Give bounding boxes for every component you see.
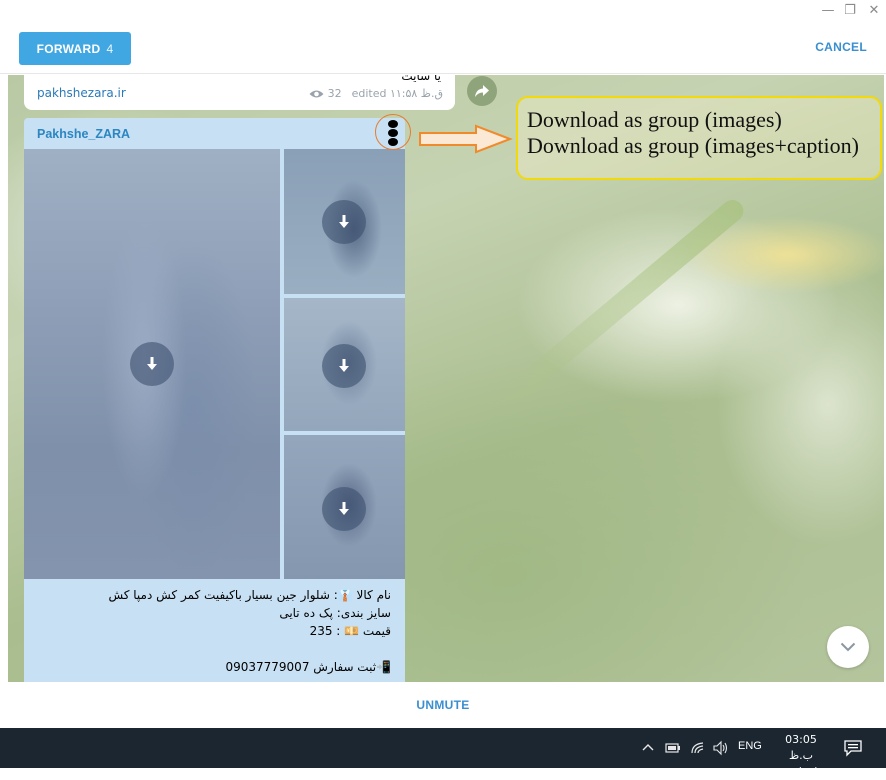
previous-message-bubble[interactable]: یا سایت pakhshezara.ir 32 edited ق.ظ ۱۱:… [24, 75, 455, 110]
message-meta: 32 edited ق.ظ ۱۱:۵۸ [309, 87, 443, 100]
clock-date: ۱۴۰۰/۰۴/۲۳ [773, 765, 829, 778]
more-dot [388, 129, 398, 137]
unmute-button[interactable]: UNMUTE [0, 698, 886, 712]
close-icon[interactable]: ✕ [864, 2, 884, 20]
windows-taskbar: ENG 03:05 ب.ظ ۱۴۰۰/۰۴/۲۳ [0, 728, 886, 778]
forward-button[interactable]: FORWARD 4 [19, 32, 131, 65]
wifi-icon[interactable] [690, 740, 706, 756]
chevron-up-icon[interactable] [642, 740, 654, 756]
album-photo-4[interactable] [284, 435, 405, 579]
album-caption: نام کالا 👔: شلوار جین بسیار باکیفیت کمر … [31, 586, 391, 676]
download-arrow-icon [339, 215, 349, 228]
background-flower-stem [480, 195, 748, 425]
caption-line: سایز بندی: پک ده تایی [279, 606, 391, 620]
album-more-menu-button[interactable] [375, 114, 411, 150]
share-arrow-icon [475, 85, 489, 97]
maximize-icon[interactable]: ❐ [840, 2, 860, 20]
scroll-down-button[interactable] [827, 626, 869, 668]
channel-link[interactable]: pakhshezara.ir [37, 86, 126, 100]
forward-label: FORWARD [36, 41, 101, 56]
minimize-icon[interactable]: — [818, 2, 838, 20]
notification-icon[interactable] [843, 739, 863, 757]
language-indicator[interactable]: ENG [738, 740, 762, 752]
download-button[interactable] [322, 487, 366, 531]
speaker-icon[interactable] [713, 740, 729, 756]
bottom-bar: UNMUTE [0, 682, 886, 728]
eye-icon [309, 90, 324, 97]
album-message-bubble[interactable]: Pakhshe_ZARA نام کالا 👔: شلوار جین بسیار… [24, 118, 405, 682]
caption-line [31, 640, 391, 658]
annotation-note: Download as group (images) Download as g… [516, 96, 882, 180]
annotation-line-2: Download as group (images+caption) [527, 133, 859, 158]
edited-time: edited ق.ظ ۱۱:۵۸ [351, 87, 443, 100]
selection-header: FORWARD 4 CANCEL [0, 22, 886, 74]
battery-icon[interactable] [665, 740, 681, 756]
download-arrow-icon [339, 502, 349, 515]
caption-line: 📲ثبت سفارش 09037779007 [225, 660, 391, 674]
taskbar-clock[interactable]: 03:05 ب.ظ ۱۴۰۰/۰۴/۲۳ [772, 732, 830, 780]
view-count: 32 [327, 87, 342, 100]
share-button[interactable] [467, 76, 497, 106]
download-arrow-icon [339, 359, 349, 372]
chevron-down-icon [840, 642, 856, 652]
download-arrow-icon [147, 357, 157, 370]
album-photo-2[interactable] [284, 149, 405, 294]
album-photo-1[interactable] [24, 149, 280, 579]
caption-line: قیمت 💴 : 235 [309, 624, 391, 638]
download-button[interactable] [322, 344, 366, 388]
album-sender-name[interactable]: Pakhshe_ZARA [37, 127, 130, 141]
more-dot [388, 138, 398, 146]
download-button[interactable] [322, 200, 366, 244]
clock-time: 03:05 ب.ظ [785, 733, 817, 762]
album-photo-3[interactable] [284, 298, 405, 431]
cancel-button[interactable]: CANCEL [815, 40, 867, 54]
more-dots-icon [388, 120, 398, 128]
annotation-line-1: Download as group (images) [527, 107, 782, 132]
forward-count: 4 [106, 41, 114, 56]
annotation-arrow-icon [419, 124, 513, 154]
download-button[interactable] [130, 342, 174, 386]
window-titlebar: — ❐ ✕ [0, 0, 886, 22]
previous-message-text: یا سایت [401, 75, 441, 83]
caption-line: نام کالا 👔: شلوار جین بسیار باکیفیت کمر … [108, 588, 391, 602]
